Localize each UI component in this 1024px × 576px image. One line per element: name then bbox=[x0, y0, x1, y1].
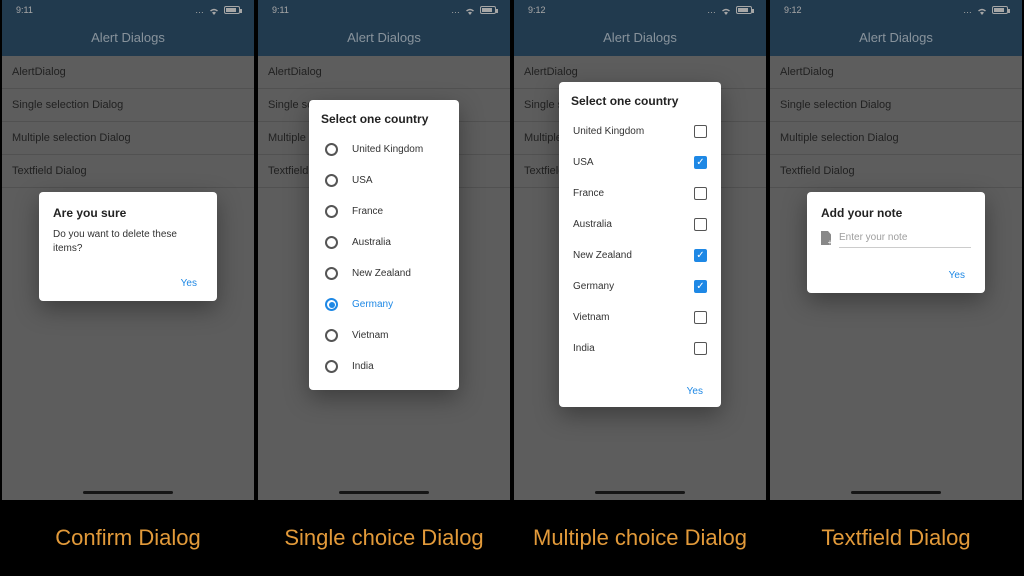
dialog-title: Are you sure bbox=[53, 206, 203, 220]
checkbox-option[interactable]: India bbox=[571, 333, 709, 364]
caption: Multiple choice Dialog bbox=[514, 500, 766, 576]
dialog-title: Select one country bbox=[321, 112, 447, 126]
caption: Confirm Dialog bbox=[2, 500, 254, 576]
col-textfield: 9:12 … Alert Dialogs AlertDialog Single … bbox=[768, 0, 1024, 576]
checkbox-icon bbox=[694, 249, 707, 262]
option-label: United Kingdom bbox=[352, 144, 423, 155]
input-row bbox=[821, 228, 971, 248]
option-label: Germany bbox=[352, 299, 393, 310]
option-label: New Zealand bbox=[352, 268, 411, 279]
col-single: 9:11 … Alert Dialogs AlertDialog Single … bbox=[256, 0, 512, 576]
option-label: France bbox=[573, 188, 604, 199]
gallery-row: 9:11 … Alert Dialogs AlertDialog Single … bbox=[0, 0, 1024, 576]
option-label: Australia bbox=[352, 237, 391, 248]
option-label: United Kingdom bbox=[573, 126, 644, 137]
checkbox-option[interactable]: New Zealand bbox=[571, 240, 709, 271]
checkbox-icon bbox=[694, 218, 707, 231]
phone-screen: 9:11 … Alert Dialogs AlertDialog Single … bbox=[258, 0, 510, 500]
checkbox-option[interactable]: United Kingdom bbox=[571, 116, 709, 147]
option-label: Australia bbox=[573, 219, 612, 230]
checkbox-icon bbox=[694, 280, 707, 293]
col-multi: 9:12 … Alert Dialogs AlertDialog Single … bbox=[512, 0, 768, 576]
dialog-actions: Yes bbox=[53, 274, 203, 293]
phone-screen: 9:12 … Alert Dialogs AlertDialog Single … bbox=[770, 0, 1022, 500]
col-confirm: 9:11 … Alert Dialogs AlertDialog Single … bbox=[0, 0, 256, 576]
dialog-title: Select one country bbox=[571, 94, 709, 108]
confirm-dialog: Are you sure Do you want to delete these… bbox=[39, 192, 217, 301]
radio-option[interactable]: Australia bbox=[321, 227, 447, 258]
radio-icon bbox=[325, 143, 338, 156]
checkbox-icon bbox=[694, 125, 707, 138]
dialog-title: Add your note bbox=[821, 206, 971, 220]
radio-icon bbox=[325, 174, 338, 187]
option-label: Vietnam bbox=[352, 330, 389, 341]
checkbox-icon bbox=[694, 156, 707, 169]
radio-option[interactable]: United Kingdom bbox=[321, 134, 447, 165]
option-label: France bbox=[352, 206, 383, 217]
phone-screen: 9:12 … Alert Dialogs AlertDialog Single … bbox=[514, 0, 766, 500]
radio-icon bbox=[325, 267, 338, 280]
note-add-icon bbox=[821, 231, 831, 245]
checkbox-option[interactable]: USA bbox=[571, 147, 709, 178]
dialog-actions: Yes bbox=[821, 266, 971, 285]
option-label: New Zealand bbox=[573, 250, 632, 261]
note-input[interactable] bbox=[839, 228, 971, 248]
caption: Textfield Dialog bbox=[770, 500, 1022, 576]
radio-option[interactable]: Vietnam bbox=[321, 320, 447, 351]
option-label: USA bbox=[352, 175, 373, 186]
checkbox-option[interactable]: Germany bbox=[571, 271, 709, 302]
textfield-dialog: Add your note Yes bbox=[807, 192, 985, 293]
checkbox-icon bbox=[694, 311, 707, 324]
yes-button[interactable]: Yes bbox=[175, 274, 203, 293]
radio-icon bbox=[325, 298, 338, 311]
radio-icon bbox=[325, 360, 338, 373]
caption: Single choice Dialog bbox=[258, 500, 510, 576]
single-choice-dialog: Select one country United Kingdom USA Fran… bbox=[309, 100, 459, 390]
dialog-actions: Yes bbox=[571, 382, 709, 401]
phone-screen: 9:11 … Alert Dialogs AlertDialog Single … bbox=[2, 0, 254, 500]
radio-option[interactable]: France bbox=[321, 196, 447, 227]
radio-option[interactable]: USA bbox=[321, 165, 447, 196]
yes-button[interactable]: Yes bbox=[681, 382, 709, 401]
radio-icon bbox=[325, 236, 338, 249]
checkbox-icon bbox=[694, 187, 707, 200]
radio-option[interactable]: New Zealand bbox=[321, 258, 447, 289]
radio-icon bbox=[325, 205, 338, 218]
dialog-body: Do you want to delete these items? bbox=[53, 228, 203, 256]
checkbox-option[interactable]: France bbox=[571, 178, 709, 209]
option-label: USA bbox=[573, 157, 594, 168]
checkbox-option[interactable]: Vietnam bbox=[571, 302, 709, 333]
multi-choice-dialog: Select one country United Kingdom USA Fran… bbox=[559, 82, 721, 407]
checkbox-option[interactable]: Australia bbox=[571, 209, 709, 240]
radio-option[interactable]: India bbox=[321, 351, 447, 382]
option-label: India bbox=[352, 361, 374, 372]
option-label: India bbox=[573, 343, 595, 354]
option-label: Germany bbox=[573, 281, 614, 292]
yes-button[interactable]: Yes bbox=[943, 266, 971, 285]
option-label: Vietnam bbox=[573, 312, 610, 323]
checkbox-icon bbox=[694, 342, 707, 355]
radio-option[interactable]: Germany bbox=[321, 289, 447, 320]
radio-icon bbox=[325, 329, 338, 342]
